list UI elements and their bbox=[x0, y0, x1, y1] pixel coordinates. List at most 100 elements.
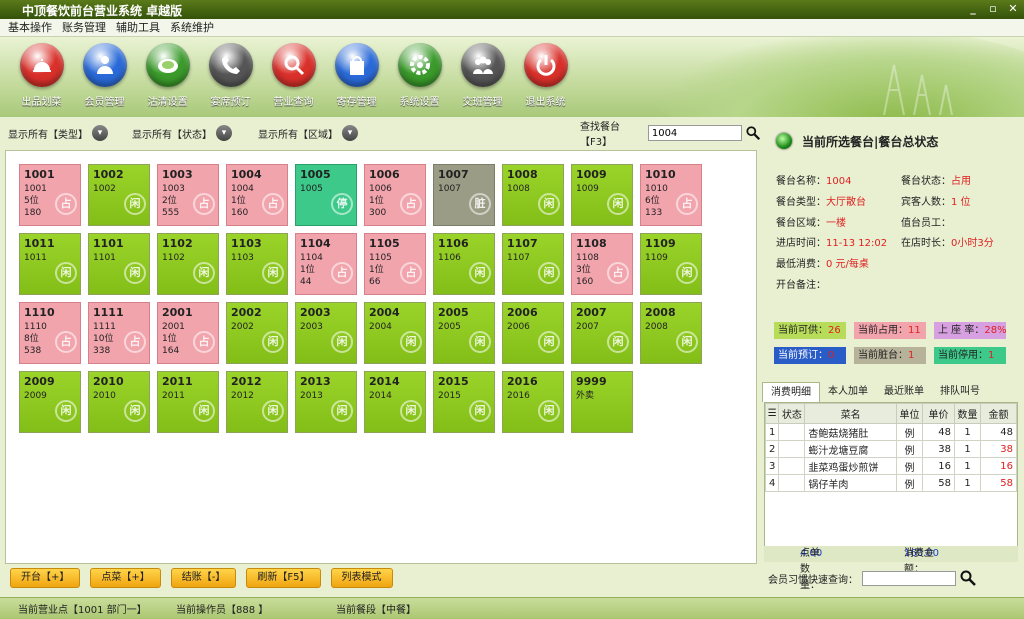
table-tile[interactable]: 20052005闲 bbox=[433, 302, 495, 364]
chevron-down-icon[interactable]: ▾ bbox=[216, 125, 232, 141]
table-number: 2008 bbox=[645, 306, 697, 319]
table-tile[interactable]: 20022002闲 bbox=[226, 302, 288, 364]
toolbar-button-search[interactable]: 营业查询 bbox=[262, 43, 325, 108]
tab-recent-bills[interactable]: 最近账单 bbox=[876, 382, 932, 402]
table-tile[interactable]: 200120011位164占 bbox=[157, 302, 219, 364]
table-tile[interactable]: 20122012闲 bbox=[226, 371, 288, 433]
menu-maintenance[interactable]: 系统维护 bbox=[170, 19, 214, 36]
menu-accounts[interactable]: 账务管理 bbox=[62, 19, 106, 36]
row-price: 58 bbox=[923, 475, 955, 492]
tab-add-order[interactable]: 本人加单 bbox=[820, 382, 876, 402]
list-mode-button[interactable]: 列表模式 bbox=[331, 568, 393, 588]
table-tile[interactable]: 10021002闲 bbox=[88, 164, 150, 226]
tab-queue[interactable]: 排队叫号 bbox=[932, 382, 988, 402]
status-count-badge: 当前停用：1 bbox=[934, 347, 1006, 364]
table-tile[interactable]: 20032003闲 bbox=[295, 302, 357, 364]
search-input[interactable] bbox=[648, 125, 742, 141]
toolbar-button-phone[interactable]: 宴席预订 bbox=[199, 43, 262, 108]
table-tile[interactable]: 110511051位66占 bbox=[364, 233, 426, 295]
menu-tools[interactable]: 辅助工具 bbox=[116, 19, 160, 36]
status-count-value: 1 bbox=[908, 350, 914, 361]
row-unit: 例 bbox=[897, 441, 923, 458]
row-price: 38 bbox=[923, 441, 955, 458]
table-number: 1003 bbox=[162, 168, 214, 181]
entry-time-value: 11-13 12:02 bbox=[826, 238, 887, 249]
table-row[interactable]: 4 锅仔羊肉 例 58 1 58 bbox=[766, 475, 1017, 492]
table-tile[interactable]: 11011101闲 bbox=[88, 233, 150, 295]
status-count-badge: 上 座 率：28% bbox=[934, 322, 1006, 339]
open-table-button[interactable]: 开台【+】 bbox=[10, 568, 80, 588]
toolbar-button-plate[interactable]: 沽清设置 bbox=[136, 43, 199, 108]
table-tile[interactable]: 100310032位555占 bbox=[157, 164, 219, 226]
status-count-label: 当前预订： bbox=[778, 350, 828, 361]
table-tile[interactable]: 20042004闲 bbox=[364, 302, 426, 364]
chevron-down-icon[interactable]: ▾ bbox=[92, 125, 108, 141]
table-tile[interactable]: 10081008闲 bbox=[502, 164, 564, 226]
table-tile[interactable]: 10051005停 bbox=[295, 164, 357, 226]
table-tile[interactable]: 20082008闲 bbox=[640, 302, 702, 364]
area-filter[interactable]: 显示所有【区域】 ▾ bbox=[258, 125, 358, 141]
table-tile[interactable]: 110411041位44占 bbox=[295, 233, 357, 295]
table-tile[interactable]: 100610061位300占 bbox=[364, 164, 426, 226]
table-tile[interactable]: 111011108位538占 bbox=[19, 302, 81, 364]
table-tile[interactable]: 11061106闲 bbox=[433, 233, 495, 295]
table-tile[interactable]: 11071107闲 bbox=[502, 233, 564, 295]
table-tile[interactable]: 20152015闲 bbox=[433, 371, 495, 433]
table-tile[interactable]: 10111011闲 bbox=[19, 233, 81, 295]
status-count-label: 当前停用： bbox=[938, 350, 988, 361]
table-tile[interactable]: 20072007闲 bbox=[571, 302, 633, 364]
tab-consumption[interactable]: 消费明细 bbox=[762, 382, 820, 402]
table-tile[interactable]: 9999外卖 bbox=[571, 371, 633, 433]
table-tile[interactable]: 101010106位133占 bbox=[640, 164, 702, 226]
row-qty: 1 bbox=[955, 475, 981, 492]
chevron-down-icon[interactable]: ▾ bbox=[342, 125, 358, 141]
close-button[interactable]: ✕ bbox=[1006, 2, 1020, 15]
table-tile[interactable]: 11021102闲 bbox=[157, 233, 219, 295]
status-count-value: 11 bbox=[908, 325, 921, 336]
table-grid: 100110015位180占10021002闲100310032位555占100… bbox=[5, 150, 757, 564]
status-count-label: 当前脏台： bbox=[858, 350, 908, 361]
table-row[interactable]: 1 杏鲍菇烧猪肚 例 48 1 48 bbox=[766, 424, 1017, 441]
table-row[interactable]: 2 蟛汁龙塘豆腐 例 38 1 38 bbox=[766, 441, 1017, 458]
toolbar-button-user[interactable]: 会员管理 bbox=[73, 43, 136, 108]
status-light-icon bbox=[776, 133, 792, 149]
table-tile[interactable]: 20132013闲 bbox=[295, 371, 357, 433]
member-search-input[interactable] bbox=[862, 571, 956, 586]
order-button[interactable]: 点菜【+】 bbox=[90, 568, 160, 588]
search-icon[interactable] bbox=[746, 125, 760, 141]
table-row[interactable]: 3 韭菜鸡蛋炒煎饼 例 16 1 16 bbox=[766, 458, 1017, 475]
table-tile[interactable]: 11031103闲 bbox=[226, 233, 288, 295]
menu-basic-ops[interactable]: 基本操作 bbox=[8, 19, 52, 36]
toolbar-button-gear[interactable]: 系统设置 bbox=[388, 43, 451, 108]
checkout-button[interactable]: 结账【-】 bbox=[171, 568, 237, 588]
search-icon[interactable] bbox=[960, 570, 976, 586]
type-filter[interactable]: 显示所有【类型】 ▾ bbox=[8, 125, 108, 141]
table-tile[interactable]: 110811083位160占 bbox=[571, 233, 633, 295]
maximize-button[interactable]: ▫ bbox=[986, 2, 1000, 15]
table-tile[interactable]: 1111111110位338占 bbox=[88, 302, 150, 364]
table-tile[interactable]: 100410041位160占 bbox=[226, 164, 288, 226]
minimize-button[interactable]: _ bbox=[966, 2, 980, 15]
toolbar-button-power[interactable]: 退出系统 bbox=[514, 43, 577, 108]
row-qty: 1 bbox=[955, 441, 981, 458]
status-filter[interactable]: 显示所有【状态】 ▾ bbox=[132, 125, 232, 141]
table-tile[interactable]: 20092009闲 bbox=[19, 371, 81, 433]
table-area-value: 一楼 bbox=[826, 218, 846, 229]
toolbar-button-people[interactable]: 交班管理 bbox=[451, 43, 514, 108]
table-tile[interactable]: 20142014闲 bbox=[364, 371, 426, 433]
row-unit: 例 bbox=[897, 475, 923, 492]
refresh-button[interactable]: 刷新【F5】 bbox=[246, 568, 320, 588]
table-tile[interactable]: 20102010闲 bbox=[88, 371, 150, 433]
toolbar-button-bag[interactable]: 寄存管理 bbox=[325, 43, 388, 108]
table-tile[interactable]: 20162016闲 bbox=[502, 371, 564, 433]
table-number: 1001 bbox=[24, 168, 76, 181]
table-search: 查找餐台【F3】 bbox=[580, 118, 760, 148]
table-tile[interactable]: 100110015位180占 bbox=[19, 164, 81, 226]
landscape-background bbox=[644, 37, 1024, 117]
table-tile[interactable]: 20112011闲 bbox=[157, 371, 219, 433]
table-tile[interactable]: 20062006闲 bbox=[502, 302, 564, 364]
table-tile[interactable]: 10071007脏 bbox=[433, 164, 495, 226]
table-tile[interactable]: 11091109闲 bbox=[640, 233, 702, 295]
toolbar-button-cloche[interactable]: 出品划菜 bbox=[10, 43, 73, 108]
table-tile[interactable]: 10091009闲 bbox=[571, 164, 633, 226]
